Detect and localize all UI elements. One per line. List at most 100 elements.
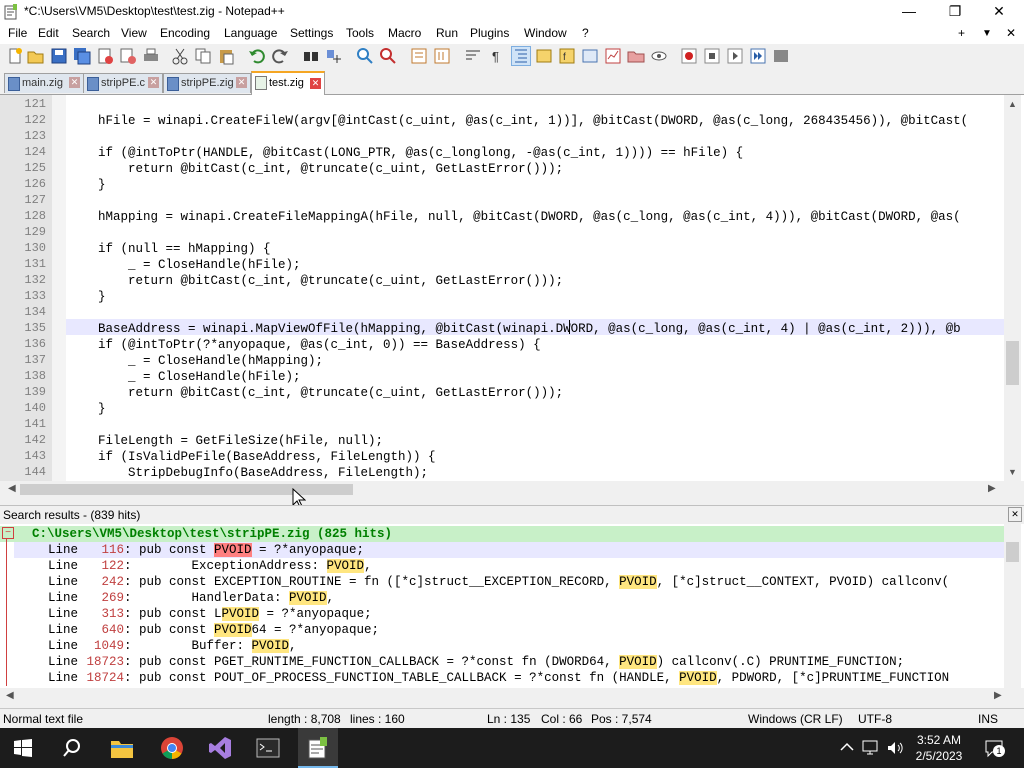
editor-horizontal-scrollbar[interactable]: ◀ ▶ <box>0 481 1004 498</box>
code-line[interactable]: return @bitCast(c_int, @truncate(c_uint,… <box>68 273 563 289</box>
menu-plugins[interactable]: Plugins <box>470 26 509 40</box>
notification-center-button[interactable]: 1 <box>984 738 1005 758</box>
visual-studio-icon[interactable] <box>208 736 232 760</box>
code-line[interactable]: return @bitCast(c_int, @truncate(c_uint,… <box>68 385 563 401</box>
search-result-row[interactable]: Line 1049: Buffer: PVOID, <box>20 638 297 654</box>
minimize-button[interactable]: — <box>886 0 932 24</box>
tab-close-icon[interactable]: ✕ <box>310 78 321 89</box>
search-result-row[interactable]: Line 269: HandlerData: PVOID, <box>20 590 334 606</box>
code-line[interactable]: StripDebugInfo(BaseAddress, FileLength); <box>68 465 428 481</box>
code-line[interactable]: } <box>68 289 106 305</box>
code-line[interactable]: if (@intToPtr(?*anyopaque, @as(c_int, 0)… <box>68 337 541 353</box>
tab-strippe-zig[interactable]: stripPE.zig ✕ <box>163 73 251 93</box>
file-explorer-icon[interactable] <box>110 737 134 759</box>
search-horizontal-scrollbar[interactable]: ◀ ▶ <box>0 688 1004 705</box>
menu-run[interactable]: Run <box>436 26 458 40</box>
search-result-row[interactable]: Line 122: ExceptionAddress: PVOID, <box>20 558 372 574</box>
sync-vertical-icon[interactable] <box>410 47 428 65</box>
terminal-icon[interactable] <box>256 737 280 759</box>
code-line[interactable]: FileLength = GetFileSize(hFile, null); <box>68 433 383 449</box>
menu-macro[interactable]: Macro <box>388 26 421 40</box>
paste-icon[interactable] <box>217 47 235 65</box>
show-hidden-icons-chevron-icon[interactable] <box>840 742 854 752</box>
menu-encoding[interactable]: Encoding <box>160 26 210 40</box>
code-line[interactable]: } <box>68 177 106 193</box>
search-results-panel[interactable]: − C:\Users\VM5\Desktop\test\stripPE.zig … <box>0 524 1024 688</box>
undo-icon[interactable] <box>248 47 266 65</box>
find-icon[interactable] <box>302 47 320 65</box>
print-icon[interactable] <box>142 47 160 65</box>
copy-icon[interactable] <box>194 47 212 65</box>
zoom-in-icon[interactable] <box>356 47 374 65</box>
save-icon[interactable] <box>50 47 68 65</box>
close-all-icon[interactable] <box>119 47 137 65</box>
cut-icon[interactable] <box>171 47 189 65</box>
menu-view[interactable]: View <box>121 26 147 40</box>
tab-list-dropdown[interactable]: ▼ <box>982 28 992 39</box>
menu-window[interactable]: Window <box>524 26 567 40</box>
network-icon[interactable] <box>862 739 880 757</box>
notepadpp-taskbar-button[interactable] <box>298 728 338 768</box>
scroll-right-arrow-icon[interactable]: ▶ <box>988 483 996 494</box>
editor-vertical-scrollbar[interactable]: ▲ ▼ <box>1004 95 1021 481</box>
volume-icon[interactable] <box>886 739 904 757</box>
record-macro-icon[interactable] <box>680 47 698 65</box>
menu-search[interactable]: Search <box>72 26 110 40</box>
code-line[interactable]: hMapping = winapi.CreateFileMappingA(hFi… <box>68 209 961 225</box>
code-line[interactable]: hFile = winapi.CreateFileW(argv[@intCast… <box>68 113 968 129</box>
run-macro-multiple-icon[interactable] <box>749 47 767 65</box>
indent-guide-icon[interactable] <box>511 46 531 66</box>
scroll-up-arrow-icon[interactable]: ▲ <box>1008 99 1017 109</box>
search-result-row[interactable]: Line 640: pub const PVOID64 = ?*anyopaque… <box>20 622 379 638</box>
code-line[interactable]: BaseAddress = winapi.MapViewOfFile(hMapp… <box>68 321 961 337</box>
menu-language[interactable]: Language <box>224 26 277 40</box>
menu-settings[interactable]: Settings <box>290 26 333 40</box>
maximize-button[interactable]: ❐ <box>932 0 978 24</box>
eye-icon[interactable] <box>650 47 668 65</box>
search-scroll-thumb[interactable] <box>1006 542 1019 562</box>
scroll-down-arrow-icon[interactable]: ▼ <box>1008 467 1017 477</box>
function-list-icon[interactable]: f <box>558 47 576 65</box>
close-file-icon[interactable] <box>96 47 114 65</box>
chrome-icon[interactable] <box>160 736 184 760</box>
menu-help[interactable]: ? <box>582 26 589 40</box>
code-line[interactable]: if (null == hMapping) { <box>68 241 271 257</box>
status-eol[interactable]: Windows (CR LF) <box>748 712 843 726</box>
status-insert-mode[interactable]: INS <box>978 712 998 726</box>
folder-workspace-icon[interactable] <box>581 47 599 65</box>
sync-horizontal-icon[interactable] <box>433 47 451 65</box>
tab-test-zig[interactable]: test.zig ✕ <box>251 71 325 95</box>
close-doc-button[interactable]: ✕ <box>1006 26 1016 40</box>
close-button[interactable]: ✕ <box>976 0 1022 24</box>
code-line[interactable]: return @bitCast(c_int, @truncate(c_uint,… <box>68 161 563 177</box>
replace-icon[interactable] <box>325 47 343 65</box>
search-result-row[interactable]: Line 242: pub const EXCEPTION_ROUTINE = f… <box>20 574 949 590</box>
new-file-icon[interactable] <box>6 47 24 65</box>
monitoring-icon[interactable] <box>604 47 622 65</box>
windows-start-icon[interactable] <box>14 739 32 757</box>
code-line[interactable]: _ = CloseHandle(hFile); <box>68 257 301 273</box>
clock-date[interactable]: 2/5/2023 <box>910 749 968 763</box>
clock-time[interactable]: 3:52 AM <box>914 733 964 747</box>
code-line[interactable]: _ = CloseHandle(hMapping); <box>68 353 323 369</box>
zoom-out-icon[interactable] <box>379 47 397 65</box>
scroll-left-arrow-icon[interactable]: ◀ <box>6 690 14 701</box>
new-tab-button[interactable]: + <box>958 26 965 40</box>
tab-main-zig[interactable]: main.zig ✕ <box>4 73 84 93</box>
search-vertical-scrollbar[interactable] <box>1004 524 1021 688</box>
status-encoding[interactable]: UTF-8 <box>858 712 892 726</box>
redo-icon[interactable] <box>271 47 289 65</box>
tab-close-icon[interactable]: ✕ <box>69 77 80 88</box>
save-macro-icon[interactable] <box>772 47 790 65</box>
code-line[interactable]: if (IsValidPeFile(BaseAddress, FileLengt… <box>68 449 436 465</box>
show-all-chars-icon[interactable]: ¶ <box>487 47 505 65</box>
search-result-row[interactable]: Line 116: pub const PVOID = ?*anyopaque; <box>20 542 364 558</box>
search-result-row[interactable]: Line 18724: pub const POUT_OF_PROCESS_FUN… <box>20 670 949 686</box>
search-icon[interactable] <box>62 738 82 758</box>
menu-edit[interactable]: Edit <box>38 26 59 40</box>
stop-macro-icon[interactable] <box>703 47 721 65</box>
menu-tools[interactable]: Tools <box>346 26 374 40</box>
vertical-scroll-thumb[interactable] <box>1006 341 1019 385</box>
menu-file[interactable]: File <box>8 26 27 40</box>
fold-margin[interactable] <box>52 95 66 481</box>
